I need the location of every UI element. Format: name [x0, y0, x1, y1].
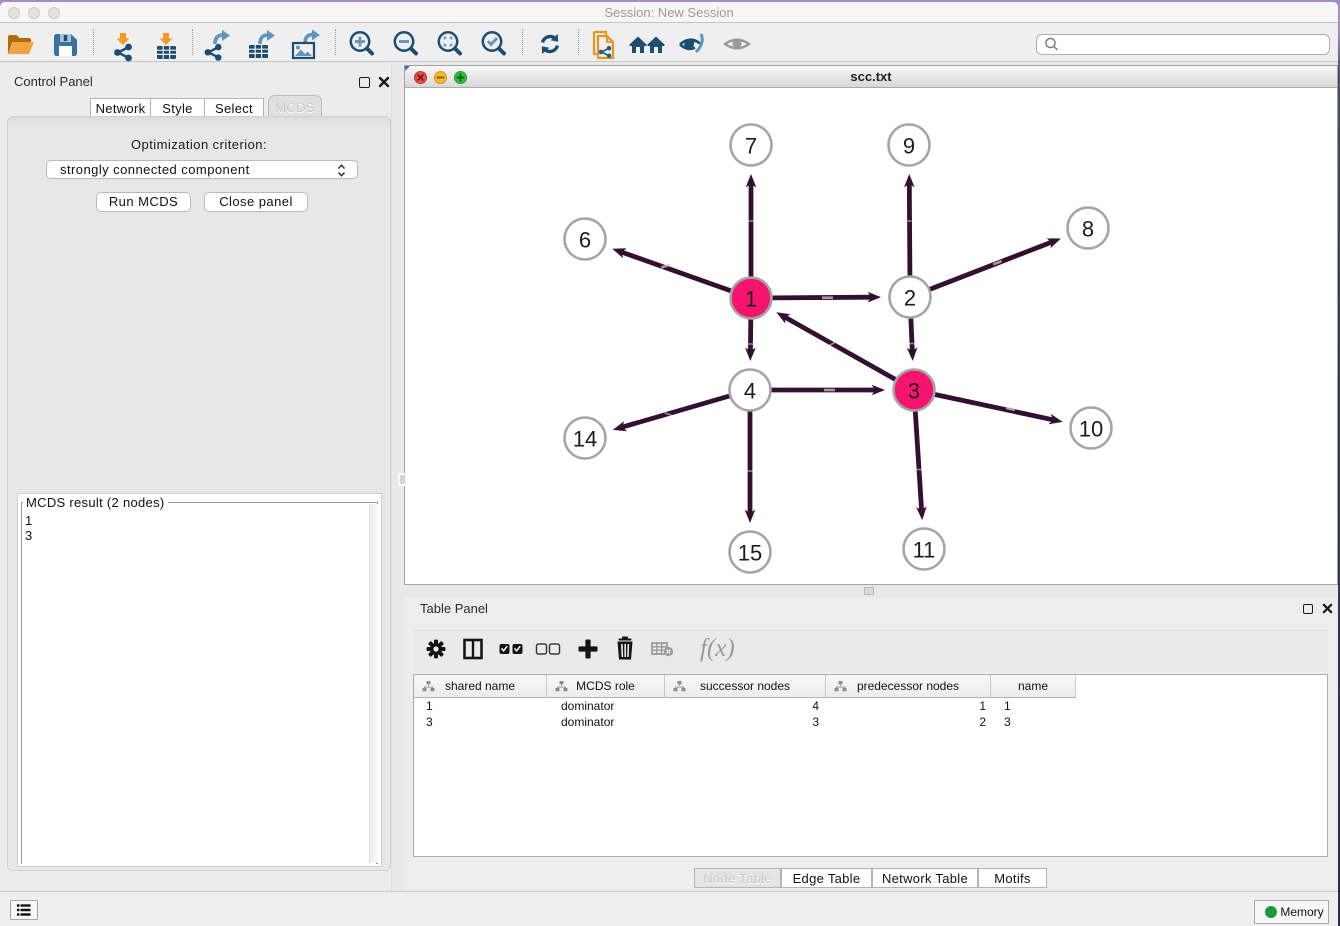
svg-text:11: 11	[913, 538, 936, 563]
svg-text:15: 15	[738, 541, 762, 566]
svg-text:14: 14	[573, 427, 597, 452]
svg-text:10: 10	[1079, 417, 1103, 442]
svg-text:4: 4	[744, 379, 756, 404]
svg-text:2: 2	[904, 286, 916, 311]
svg-text:f(x): f(x)	[700, 635, 735, 662]
svg-text:6: 6	[579, 228, 591, 253]
svg-text:7: 7	[745, 134, 757, 159]
svg-text:9: 9	[903, 134, 915, 159]
svg-text:1: 1	[745, 287, 757, 312]
svg-text:8: 8	[1082, 217, 1094, 242]
svg-text:3: 3	[908, 379, 920, 404]
